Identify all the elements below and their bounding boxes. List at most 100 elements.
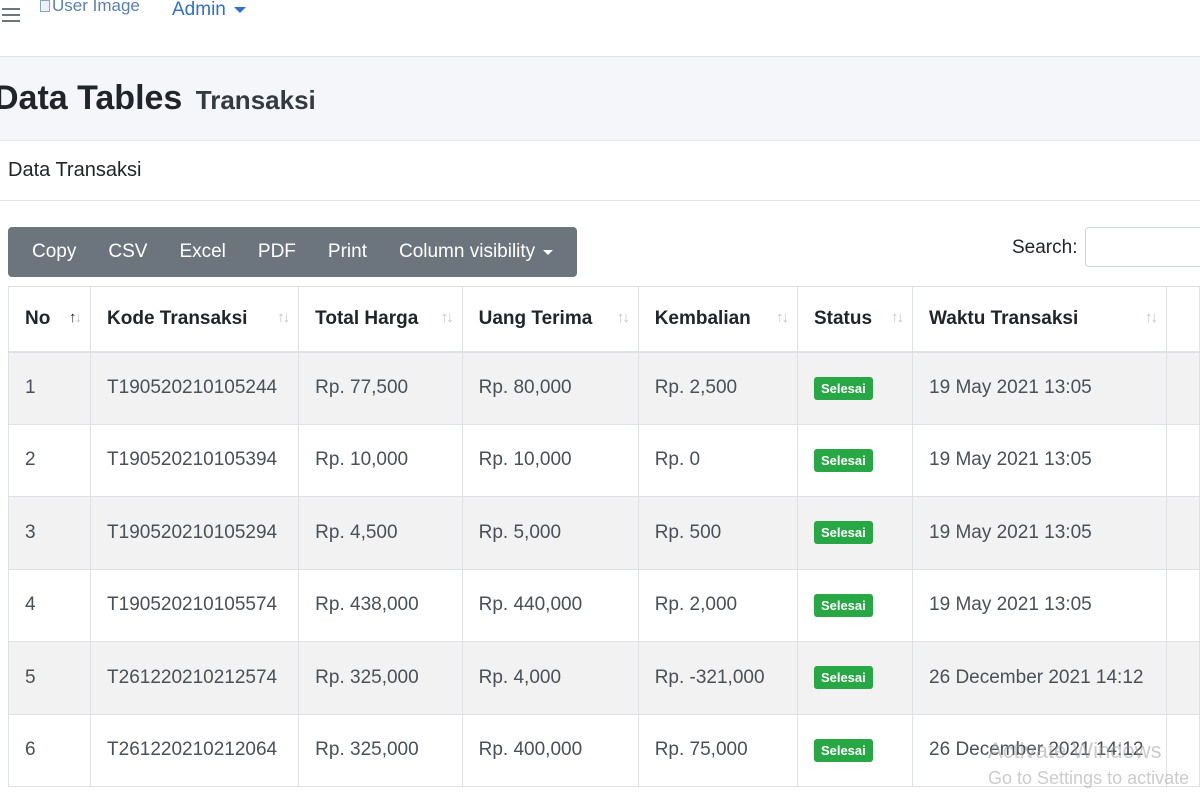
cell-total: Rp. 10,000	[298, 423, 463, 497]
table-row: 2 T190520210105394 Rp. 10,000 Rp. 10,000…	[7, 423, 1200, 497]
sort-icon: ↑↓	[616, 309, 630, 326]
search-input[interactable]	[1085, 227, 1200, 267]
column-header-total-harga[interactable]: Total Harga ↑↓	[298, 286, 463, 353]
cell-extra	[1165, 568, 1200, 642]
cell-total: Rp. 438,000	[298, 568, 463, 642]
card-header: Data Transaksi	[0, 141, 1200, 201]
cell-no: 4	[7, 568, 92, 642]
cell-extra	[1165, 641, 1200, 715]
cell-waktu: 26 December 2021 14:12	[912, 713, 1167, 787]
cell-no: 1	[7, 351, 92, 425]
column-header-extra[interactable]	[1165, 286, 1200, 353]
cell-waktu: 26 December 2021 14:12	[912, 641, 1167, 715]
column-header-status[interactable]: Status ↑↓	[796, 286, 914, 353]
cell-no: 3	[7, 496, 92, 570]
page-title: Data Tables Transaksi	[0, 79, 316, 118]
cell-no: 2	[7, 423, 92, 497]
export-button-group: Copy CSV Excel PDF Print Column visibili…	[8, 227, 578, 277]
cell-waktu: 19 May 2021 13:05	[912, 568, 1167, 642]
cell-uang: Rp. 4,000	[461, 641, 639, 715]
cell-waktu: 19 May 2021 13:05	[912, 423, 1167, 497]
user-image-alt-text: User Image	[52, 0, 140, 15]
column-header-kode-transaksi[interactable]: Kode Transaksi ↑↓	[90, 286, 300, 353]
cell-kembalian: Rp. 75,000	[637, 713, 798, 787]
column-header-label: Total Harga	[315, 307, 419, 329]
csv-button[interactable]: CSV	[92, 227, 163, 277]
cell-kode: T190520210105244	[90, 351, 300, 425]
cell-kode: T190520210105574	[90, 568, 300, 642]
cell-no: 5	[7, 641, 92, 715]
column-header-label: Waktu Transaksi	[929, 307, 1079, 329]
table-row: 6 T261220210212064 Rp. 325,000 Rp. 400,0…	[7, 713, 1200, 787]
column-header-label: No	[25, 307, 51, 329]
sort-ascending-icon: ↑↓	[69, 309, 82, 326]
cell-status: Selesai	[796, 351, 914, 425]
status-badge: Selesai	[813, 521, 873, 545]
print-button[interactable]: Print	[312, 227, 383, 277]
cell-uang: Rp. 400,000	[461, 713, 639, 787]
column-header-uang-terima[interactable]: Uang Terima ↑↓	[461, 286, 639, 353]
user-image: User Image	[40, 0, 140, 16]
sort-icon: ↑↓	[891, 309, 904, 326]
content-header: Data Tables Transaksi	[0, 57, 1200, 141]
cell-status: Selesai	[796, 496, 914, 570]
sort-icon: ↑↓	[440, 309, 454, 326]
cell-kode: T190520210105294	[90, 496, 300, 570]
cell-kembalian: Rp. -321,000	[637, 641, 798, 715]
cell-total: Rp. 325,000	[298, 713, 463, 787]
pdf-button[interactable]: PDF	[242, 227, 312, 277]
broken-image-icon	[40, 0, 50, 12]
cell-status: Selesai	[796, 568, 914, 642]
cell-kode: T261220210212064	[90, 713, 300, 787]
cell-status: Selesai	[796, 423, 914, 497]
column-visibility-button[interactable]: Column visibility	[383, 227, 569, 277]
table-header-row: No ↑↓ Kode Transaksi ↑↓ Total Harga ↑↓ Uang…	[7, 286, 1200, 353]
card-title: Data Transaksi	[8, 159, 142, 181]
status-badge: Selesai	[813, 593, 873, 617]
column-header-label: Uang Terima	[478, 307, 593, 329]
sort-icon: ↑↓	[1144, 309, 1158, 326]
column-header-no[interactable]: No ↑↓	[7, 286, 92, 353]
cell-kode: T261220210212574	[90, 641, 300, 715]
cell-uang: Rp. 440,000	[461, 568, 639, 642]
cell-kembalian: Rp. 0	[637, 423, 798, 497]
search-label: Search:	[1012, 237, 1078, 258]
hamburger-menu-icon[interactable]	[2, 8, 22, 28]
transactions-table: No ↑↓ Kode Transaksi ↑↓ Total Harga ↑↓ Uang…	[7, 286, 1200, 787]
column-header-waktu-transaksi[interactable]: Waktu Transaksi ↑↓	[912, 286, 1167, 353]
cell-total: Rp. 4,500	[298, 496, 463, 570]
admin-dropdown[interactable]: Admin	[172, 0, 246, 21]
cell-total: Rp. 77,500	[298, 351, 463, 425]
status-badge: Selesai	[813, 738, 873, 762]
page-subtitle: Transaksi	[195, 85, 316, 115]
cell-uang: Rp. 80,000	[461, 351, 639, 425]
chevron-down-icon	[543, 249, 554, 255]
cell-extra	[1165, 351, 1200, 425]
sort-icon: ↑↓	[277, 309, 290, 326]
cell-waktu: 19 May 2021 13:05	[912, 496, 1167, 570]
column-header-kembalian[interactable]: Kembalian ↑↓	[637, 286, 798, 353]
admin-label: Admin	[172, 0, 226, 20]
copy-button[interactable]: Copy	[16, 227, 92, 277]
cell-kembalian: Rp. 2,500	[637, 351, 798, 425]
excel-button[interactable]: Excel	[163, 227, 241, 277]
chevron-down-icon	[233, 7, 246, 13]
excel-button-label: Excel	[179, 241, 226, 262]
cell-extra	[1165, 713, 1200, 787]
column-header-label: Kembalian	[654, 307, 751, 329]
cell-kode: T190520210105394	[90, 423, 300, 497]
cell-status: Selesai	[796, 713, 914, 787]
table-body: 1 T190520210105244 Rp. 77,500 Rp. 80,000…	[7, 351, 1200, 787]
sort-icon: ↑↓	[775, 309, 789, 326]
cell-total: Rp. 325,000	[298, 641, 463, 715]
cell-extra	[1165, 423, 1200, 497]
cell-kembalian: Rp. 500	[637, 496, 798, 570]
cell-waktu: 19 May 2021 13:05	[912, 351, 1167, 425]
table-row: 4 T190520210105574 Rp. 438,000 Rp. 440,0…	[7, 568, 1200, 642]
csv-button-label: CSV	[108, 241, 148, 262]
status-badge: Selesai	[813, 666, 873, 690]
table-row: 1 T190520210105244 Rp. 77,500 Rp. 80,000…	[7, 351, 1200, 425]
table-row: 5 T261220210212574 Rp. 325,000 Rp. 4,000…	[7, 641, 1200, 715]
cell-kembalian: Rp. 2,000	[637, 568, 798, 642]
cell-extra	[1165, 496, 1200, 570]
